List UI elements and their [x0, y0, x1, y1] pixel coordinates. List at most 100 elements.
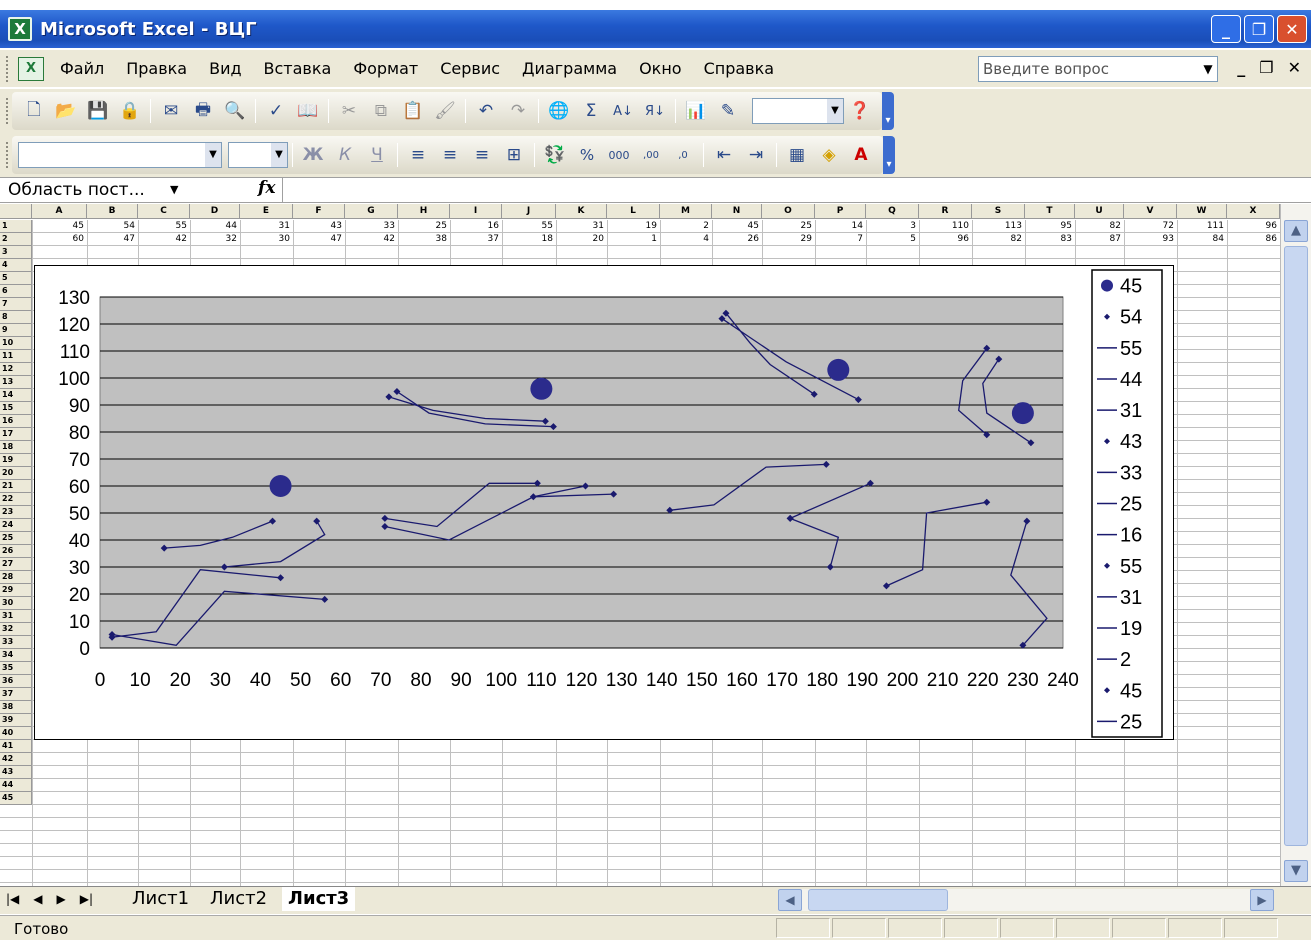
scatter-chart[interactable]: 0 10 20 30 40 50 60 70 80 90 100 110 120 130 0 10 20 30 40…: [34, 265, 1174, 740]
cell[interactable]: 33: [345, 220, 395, 232]
increase-decimal-icon[interactable]: ,00: [638, 142, 664, 168]
merge-center-icon[interactable]: ⊞: [501, 142, 527, 168]
undo-icon[interactable]: ↶: [473, 98, 499, 124]
row-header[interactable]: 15: [0, 402, 32, 415]
row-header[interactable]: 8: [0, 311, 32, 324]
row-header[interactable]: 11: [0, 350, 32, 363]
cell[interactable]: 4: [660, 233, 709, 245]
cell[interactable]: 43: [293, 220, 342, 232]
decrease-decimal-icon[interactable]: ,0: [670, 142, 696, 168]
chevron-down-icon[interactable]: ▼: [1198, 56, 1218, 82]
font-name-select[interactable]: ▼: [18, 142, 222, 168]
cell[interactable]: 20: [556, 233, 604, 245]
redo-icon[interactable]: ↷: [505, 98, 531, 124]
row-header[interactable]: 1: [0, 220, 32, 233]
cell[interactable]: 32: [190, 233, 237, 245]
increase-indent-icon[interactable]: ⇥: [743, 142, 769, 168]
cell[interactable]: 42: [138, 233, 187, 245]
underline-icon[interactable]: Ч: [364, 142, 390, 168]
name-box[interactable]: Область пост...: [8, 179, 186, 201]
sheet-tab-3[interactable]: Лист3: [282, 887, 356, 911]
row-header[interactable]: 44: [0, 779, 32, 792]
cell[interactable]: 82: [972, 233, 1022, 245]
column-header[interactable]: F: [293, 204, 345, 219]
row-header[interactable]: 16: [0, 415, 32, 428]
row-header[interactable]: 42: [0, 753, 32, 766]
row-header[interactable]: 36: [0, 675, 32, 688]
scroll-right-icon[interactable]: ▶: [1250, 889, 1274, 911]
chart-wizard-icon[interactable]: 📊: [683, 98, 709, 124]
menu-item-3[interactable]: Вставка: [264, 59, 332, 78]
column-header[interactable]: C: [138, 204, 190, 219]
cell[interactable]: 93: [1124, 233, 1174, 245]
print-icon[interactable]: 🖶: [190, 98, 216, 124]
copy-icon[interactable]: ⧉: [368, 98, 394, 124]
last-sheet-icon[interactable]: ▶|: [80, 892, 93, 906]
cell[interactable]: 44: [190, 220, 237, 232]
row-header[interactable]: 5: [0, 272, 32, 285]
autosum-icon[interactable]: Σ: [578, 98, 604, 124]
column-header[interactable]: G: [345, 204, 398, 219]
menu-item-2[interactable]: Вид: [209, 59, 241, 78]
column-header[interactable]: M: [660, 204, 712, 219]
row-header[interactable]: 40: [0, 727, 32, 740]
cell[interactable]: 38: [398, 233, 447, 245]
next-sheet-icon[interactable]: ▶: [57, 892, 66, 906]
font-size-select[interactable]: ▼: [228, 142, 288, 168]
research-icon[interactable]: 📖: [295, 98, 321, 124]
row-header[interactable]: 43: [0, 766, 32, 779]
column-header[interactable]: A: [32, 204, 87, 219]
row-header[interactable]: 20: [0, 467, 32, 480]
cell[interactable]: 19: [607, 220, 657, 232]
align-left-icon[interactable]: ≡: [405, 142, 431, 168]
cell[interactable]: 55: [502, 220, 553, 232]
italic-icon[interactable]: К: [332, 142, 358, 168]
cell[interactable]: 111: [1177, 220, 1224, 232]
column-header[interactable]: U: [1075, 204, 1124, 219]
minimize-icon[interactable]: _: [1211, 15, 1241, 43]
currency-icon[interactable]: 💱: [542, 142, 568, 168]
paste-icon[interactable]: 📋: [400, 98, 426, 124]
sort-ascending-icon[interactable]: A↓: [610, 98, 636, 124]
cell[interactable]: 95: [1025, 220, 1072, 232]
cell[interactable]: 31: [240, 220, 290, 232]
vertical-scrollbar[interactable]: ▲ ▼: [1280, 204, 1311, 886]
row-header[interactable]: 2: [0, 233, 32, 246]
column-header[interactable]: P: [815, 204, 866, 219]
row-header[interactable]: 18: [0, 441, 32, 454]
row-header[interactable]: 31: [0, 610, 32, 623]
row-header[interactable]: 22: [0, 493, 32, 506]
row-header[interactable]: 37: [0, 688, 32, 701]
column-header[interactable]: D: [190, 204, 240, 219]
row-header[interactable]: 4: [0, 259, 32, 272]
title-bar[interactable]: X Microsoft Excel - ВЦГ _ ❐ ✕: [0, 10, 1311, 48]
row-header[interactable]: 10: [0, 337, 32, 350]
borders-icon[interactable]: ▦: [784, 142, 810, 168]
workbook-icon[interactable]: X: [18, 56, 44, 81]
cell[interactable]: 42: [345, 233, 395, 245]
cell[interactable]: 26: [712, 233, 759, 245]
chevron-down-icon[interactable]: ▼: [827, 99, 843, 123]
new-icon[interactable]: 🗋: [21, 98, 47, 124]
column-header[interactable]: W: [1177, 204, 1227, 219]
cell[interactable]: 30: [240, 233, 290, 245]
column-header[interactable]: B: [87, 204, 138, 219]
column-header[interactable]: H: [398, 204, 450, 219]
cell[interactable]: 47: [87, 233, 135, 245]
sheet-tab-1[interactable]: Лист1: [126, 887, 195, 911]
row-header[interactable]: 19: [0, 454, 32, 467]
cell[interactable]: 83: [1025, 233, 1072, 245]
menu-item-0[interactable]: Файл: [60, 59, 104, 78]
cell[interactable]: 110: [919, 220, 969, 232]
cell[interactable]: 2: [660, 220, 709, 232]
save-icon[interactable]: 💾: [85, 98, 111, 124]
row-header[interactable]: 3: [0, 246, 32, 259]
menu-item-6[interactable]: Диаграмма: [522, 59, 617, 78]
cell[interactable]: 25: [398, 220, 447, 232]
cell[interactable]: 5: [866, 233, 916, 245]
cell[interactable]: 37: [450, 233, 499, 245]
toolbar-options-icon[interactable]: ▾: [882, 92, 894, 130]
align-center-icon[interactable]: ≡: [437, 142, 463, 168]
horizontal-scrollbar[interactable]: ◀ ▶: [778, 889, 1274, 911]
cell[interactable]: 14: [815, 220, 863, 232]
